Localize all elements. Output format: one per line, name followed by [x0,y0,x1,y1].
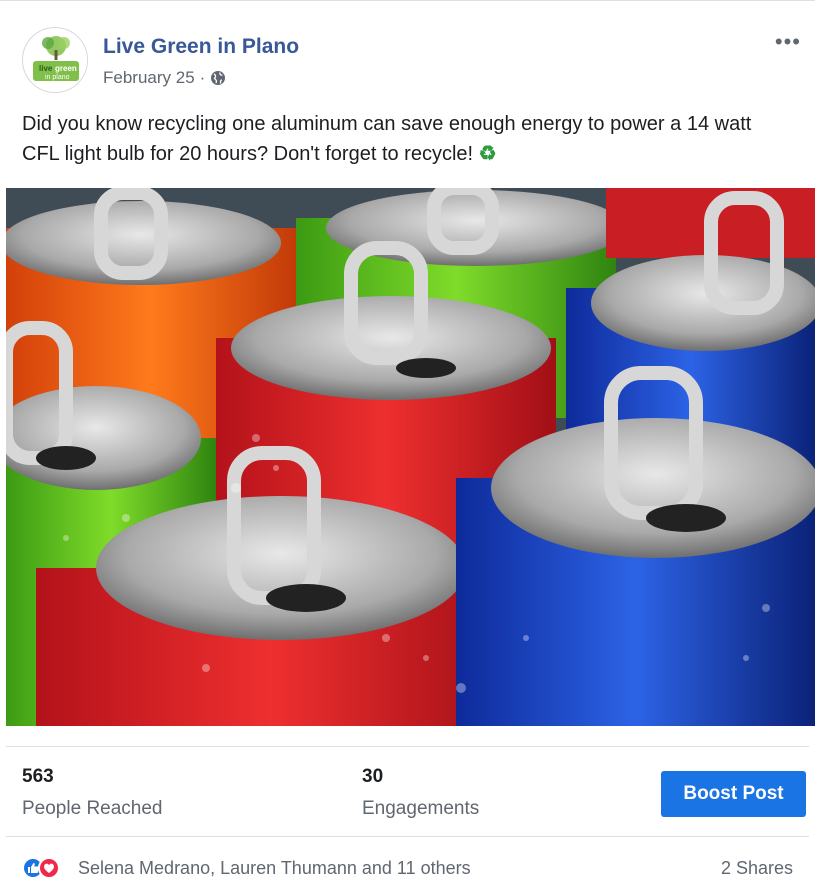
engagement-label: Engagements [362,798,480,819]
reaction-icons[interactable] [22,857,60,879]
reach-value: 563 [22,766,54,787]
people-reached-stat[interactable]: 563 People Reached [22,766,163,820]
post-date[interactable]: February 25 [103,68,195,88]
love-icon [38,857,60,879]
globe-icon[interactable] [210,70,226,86]
post-photo[interactable] [6,188,815,726]
svg-text:live: live [39,64,53,73]
soda-cans-image [6,188,815,726]
shares-link[interactable]: 2 Shares [721,858,793,879]
reactors-link[interactable]: Selena Medrano, Lauren Thumann and 11 ot… [78,858,471,879]
stats-divider-top [6,746,809,747]
tree-logo-icon: live green in plano [24,29,87,92]
recycle-emoji-icon: ♻ [478,143,497,165]
post-header: live green in plano Live Green in Plano … [22,27,815,97]
engagements-stat[interactable]: 30 Engagements [362,766,479,820]
page-name-link[interactable]: Live Green in Plano [103,35,299,59]
page-avatar[interactable]: live green in plano [22,27,88,93]
engagement-value: 30 [362,766,384,787]
meta-separator: · [199,68,206,87]
boost-post-button[interactable]: Boost Post [661,771,806,817]
stats-divider-bottom [6,836,809,837]
post-meta: February 25 · [103,68,226,88]
more-options-icon[interactable]: ••• [775,29,801,55]
post-text: Did you know recycling one aluminum can … [22,109,792,169]
post-footer: Selena Medrano, Lauren Thumann and 11 ot… [22,857,793,881]
svg-text:in plano: in plano [45,74,70,81]
post-card: live green in plano Live Green in Plano … [0,0,815,879]
svg-text:green: green [55,64,77,73]
post-message: Did you know recycling one aluminum can … [22,113,752,165]
reach-label: People Reached [22,798,163,819]
